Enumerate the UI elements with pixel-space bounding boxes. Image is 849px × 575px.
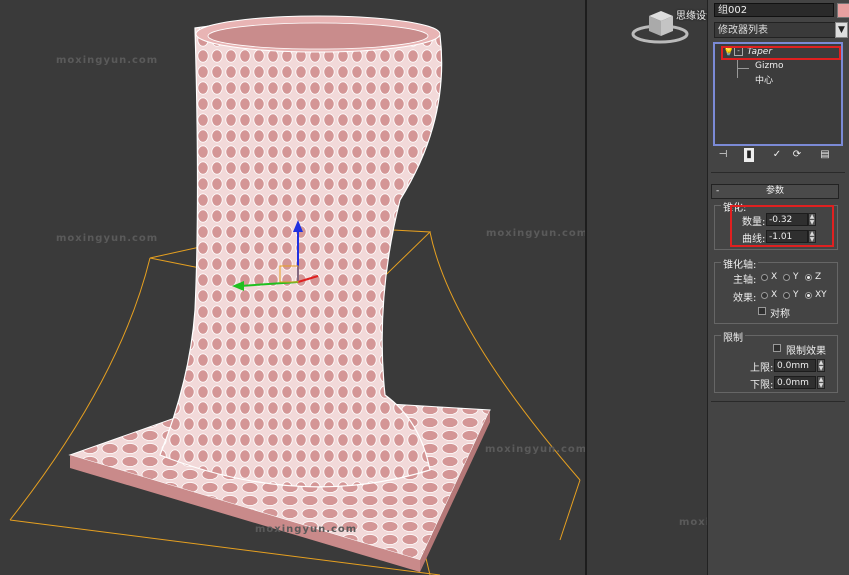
stack-item-center[interactable]: 中心 bbox=[755, 73, 773, 86]
option-label: X bbox=[771, 290, 778, 300]
primary-axis-x-radio[interactable] bbox=[761, 274, 768, 281]
object-name-field[interactable]: 组002 bbox=[714, 3, 834, 17]
modify-panel: 组002 修改器列表 ▼ 💡 - Taper Gizmo 中心 ⊣ ▮ ✓ ⟳ … bbox=[707, 0, 849, 575]
primary-axis-z-radio[interactable] bbox=[805, 274, 812, 281]
watermark: moxingyun.com bbox=[56, 55, 159, 66]
watermark: moxingyun.com bbox=[56, 233, 159, 244]
limit-effect-label: 限制效果 bbox=[786, 346, 826, 357]
primary-axis-y-radio[interactable] bbox=[783, 274, 790, 281]
modifier-stack[interactable]: 💡 - Taper Gizmo 中心 bbox=[713, 42, 843, 146]
configure-modifier-sets-icon[interactable]: ▤ bbox=[818, 148, 832, 162]
upper-limit-label: 上限: bbox=[750, 363, 774, 374]
make-unique-icon[interactable]: ✓ bbox=[770, 148, 784, 162]
stack-item-gizmo[interactable]: Gizmo bbox=[755, 61, 783, 71]
show-end-result-icon[interactable]: ▮ bbox=[744, 148, 754, 162]
divider bbox=[711, 172, 845, 173]
symmetry-label: 对称 bbox=[770, 309, 790, 320]
option-label: XY bbox=[815, 290, 827, 300]
perspective-viewport[interactable]: moxingyun.com moxingyun.com moxingyun.co… bbox=[0, 0, 585, 575]
viewport-right-area: moxingyun.com bbox=[585, 0, 780, 575]
effect-axis-x-radio[interactable] bbox=[761, 292, 768, 299]
group-title: 限制 bbox=[721, 329, 745, 344]
symmetry-checkbox[interactable] bbox=[758, 307, 766, 315]
group-title: 锥化轴: bbox=[721, 256, 759, 271]
modifier-list-dropdown[interactable]: 修改器列表 bbox=[714, 22, 842, 38]
mesh-tower bbox=[159, 19, 443, 488]
limit-effect-checkbox[interactable] bbox=[773, 344, 781, 352]
lower-limit-input[interactable]: 0.0mm bbox=[774, 376, 816, 389]
tree-line bbox=[737, 68, 749, 69]
pin-stack-icon[interactable]: ⊣ bbox=[716, 148, 730, 162]
minus-icon: - bbox=[716, 186, 720, 196]
lower-limit-label: 下限: bbox=[750, 380, 774, 391]
upper-limit-input[interactable]: 0.0mm bbox=[774, 359, 816, 372]
taper-highlight-box bbox=[721, 46, 841, 60]
lower-limit-spinner[interactable]: ▲ ▼ bbox=[817, 376, 825, 389]
watermark: moxingyun.com bbox=[486, 228, 585, 239]
chevron-down-icon[interactable]: ▼ bbox=[835, 22, 848, 38]
effect-axis-label: 效果: bbox=[733, 293, 757, 304]
viewport-canvas[interactable] bbox=[0, 0, 585, 575]
effect-axis-y-radio[interactable] bbox=[783, 292, 790, 299]
watermark: moxingyun.com bbox=[255, 524, 358, 535]
remove-modifier-icon[interactable]: ⟳ bbox=[790, 148, 804, 162]
option-label: Z bbox=[815, 272, 822, 282]
option-label: X bbox=[771, 272, 778, 282]
option-label: Y bbox=[793, 290, 799, 300]
option-label: Y bbox=[793, 272, 799, 282]
amount-curve-highlight-box bbox=[730, 205, 834, 247]
object-color-swatch[interactable] bbox=[837, 3, 849, 18]
upper-limit-spinner[interactable]: ▲ ▼ bbox=[817, 359, 825, 372]
watermark: moxingyun.com bbox=[485, 444, 585, 455]
divider bbox=[711, 401, 845, 402]
primary-axis-label: 主轴: bbox=[733, 275, 757, 286]
parameters-rollout-header[interactable]: - 参数 bbox=[711, 184, 839, 199]
effect-axis-xy-radio[interactable] bbox=[805, 292, 812, 299]
rollout-title: 参数 bbox=[765, 186, 784, 196]
